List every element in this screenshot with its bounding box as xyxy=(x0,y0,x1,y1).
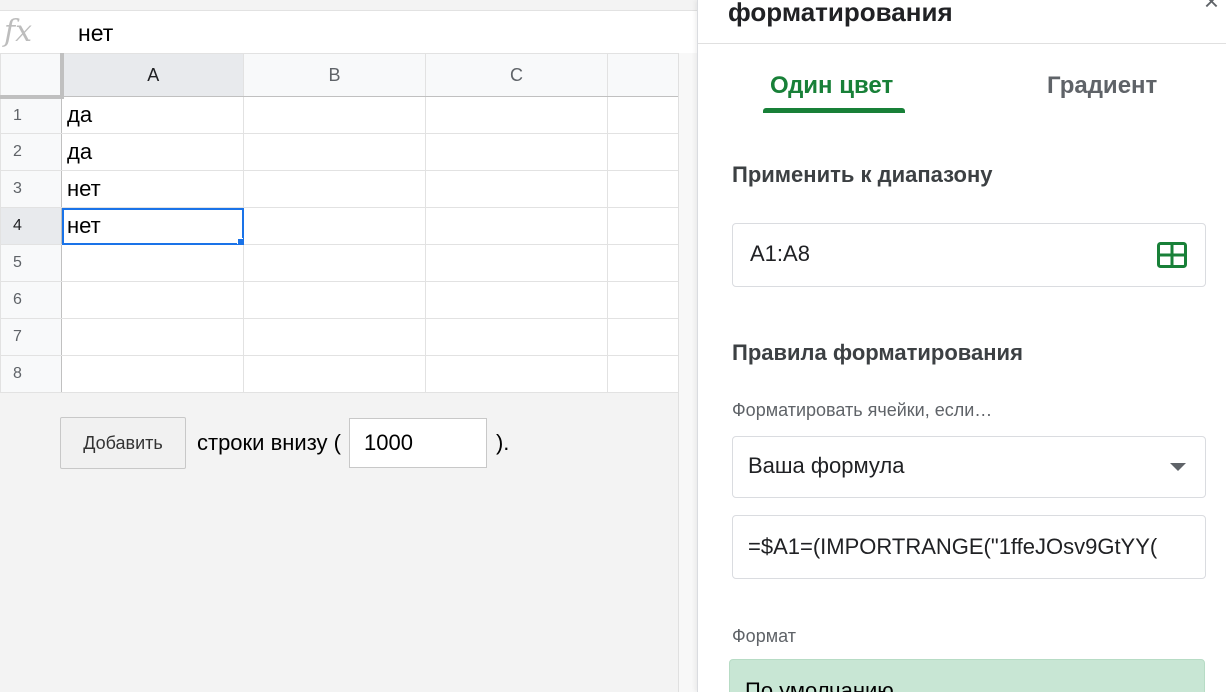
table-row: 3 нет xyxy=(0,170,679,208)
cell-c2[interactable] xyxy=(425,133,608,171)
cell-a5[interactable] xyxy=(61,244,244,282)
fx-icon: fx xyxy=(4,14,33,49)
range-input[interactable]: A1:A8 xyxy=(732,223,1206,287)
active-tab-indicator xyxy=(763,108,905,113)
condition-select[interactable]: Ваша формула xyxy=(732,436,1206,498)
cell-c3[interactable] xyxy=(425,170,608,208)
cell-b5[interactable] xyxy=(243,244,426,282)
table-row: 4 нет xyxy=(0,207,679,245)
add-rows-tail: ). xyxy=(495,430,510,455)
table-row: 6 xyxy=(0,281,679,319)
custom-formula-value: =$A1=(IMPORTRANGE("1ffeJOsv9GtYY( xyxy=(748,534,1158,559)
cell-c6[interactable] xyxy=(425,281,608,319)
cell-b7[interactable] xyxy=(243,318,426,356)
table-row: 8 xyxy=(0,355,679,393)
cell-a2[interactable]: да xyxy=(61,133,244,171)
row-header[interactable]: 3 xyxy=(0,170,62,208)
row-header[interactable]: 7 xyxy=(0,318,62,356)
row-header[interactable]: 5 xyxy=(0,244,62,282)
select-all-corner[interactable] xyxy=(0,53,64,99)
add-rows-count-input[interactable] xyxy=(348,418,487,468)
cell-c7[interactable] xyxy=(425,318,608,356)
row-header[interactable]: 8 xyxy=(0,355,62,393)
row-header[interactable]: 2 xyxy=(0,133,62,171)
app-root: fx нет A B C 1 да 2 да 3 нет 4 нет 5 6 7… xyxy=(0,0,1226,692)
add-rows-text: строки внизу ( xyxy=(197,430,341,455)
column-header-b[interactable]: B xyxy=(243,53,426,97)
add-rows-button[interactable]: Добавить xyxy=(60,417,186,469)
add-rows-bar: Добавить строки внизу ( ). xyxy=(60,416,509,470)
cell-d8[interactable] xyxy=(607,355,679,393)
formula-bar[interactable]: fx нет xyxy=(0,10,697,54)
cell-a4-text: нет xyxy=(67,213,101,238)
range-value: A1:A8 xyxy=(750,241,810,266)
cell-c1[interactable] xyxy=(425,96,608,134)
panel-title: форматирования xyxy=(728,0,953,27)
condition-label: Форматировать ячейки, если… xyxy=(732,400,993,420)
row-header[interactable]: 1 xyxy=(0,96,62,134)
cell-b6[interactable] xyxy=(243,281,426,319)
cell-a6[interactable] xyxy=(61,281,244,319)
close-icon[interactable]: × xyxy=(1204,0,1219,17)
cell-d3[interactable] xyxy=(607,170,679,208)
column-header-d[interactable] xyxy=(607,53,679,97)
format-style-preview[interactable]: По умолчанию xyxy=(729,659,1205,692)
row-header[interactable]: 4 xyxy=(0,207,62,245)
cell-a8[interactable] xyxy=(61,355,244,393)
table-row: 7 xyxy=(0,318,679,356)
cell-d5[interactable] xyxy=(607,244,679,282)
fill-handle[interactable] xyxy=(237,238,243,244)
cell-b4[interactable] xyxy=(243,207,426,245)
tab-gradient[interactable]: Градиент xyxy=(1047,70,1157,114)
cell-d7[interactable] xyxy=(607,318,679,356)
column-header-c[interactable]: C xyxy=(425,53,608,97)
rules-section-title: Правила форматирования xyxy=(732,340,1023,365)
range-section-title: Применить к диапазону xyxy=(732,162,993,187)
cell-b2[interactable] xyxy=(243,133,426,171)
cell-d4[interactable] xyxy=(607,207,679,245)
table-row: 2 да xyxy=(0,133,679,171)
conditional-format-panel: форматирования × Один цвет Градиент Прим… xyxy=(697,0,1226,692)
table-row: 1 да xyxy=(0,96,679,134)
cell-a7[interactable] xyxy=(61,318,244,356)
cell-a1[interactable]: да xyxy=(61,96,244,134)
cell-b1[interactable] xyxy=(243,96,426,134)
cell-c5[interactable] xyxy=(425,244,608,282)
row-header[interactable]: 6 xyxy=(0,281,62,319)
custom-formula-input[interactable]: =$A1=(IMPORTRANGE("1ffeJOsv9GtYY( xyxy=(732,515,1206,579)
vertical-scrollbar-track[interactable] xyxy=(678,53,698,692)
cell-a4-selected[interactable]: нет xyxy=(61,207,244,245)
condition-select-value: Ваша формула xyxy=(748,453,905,478)
cell-d2[interactable] xyxy=(607,133,679,171)
grid-icon[interactable] xyxy=(1157,242,1187,268)
caret-down-icon xyxy=(1170,463,1186,471)
cell-c4[interactable] xyxy=(425,207,608,245)
column-header-a[interactable]: A xyxy=(61,53,244,97)
cell-a3[interactable]: нет xyxy=(61,170,244,208)
spreadsheet-area: fx нет A B C 1 да 2 да 3 нет 4 нет 5 6 7… xyxy=(0,0,698,692)
sheet-grid: A B C 1 да 2 да 3 нет 4 нет 5 6 7 8 xyxy=(0,53,679,393)
cell-c8[interactable] xyxy=(425,355,608,393)
panel-title-divider xyxy=(698,43,1226,44)
formula-bar-value[interactable]: нет xyxy=(78,18,113,48)
cell-b3[interactable] xyxy=(243,170,426,208)
cell-d1[interactable] xyxy=(607,96,679,134)
format-preview-text: По умолчанию xyxy=(745,678,894,692)
format-label: Формат xyxy=(732,626,796,646)
cell-b8[interactable] xyxy=(243,355,426,393)
table-row: 5 xyxy=(0,244,679,282)
cell-d6[interactable] xyxy=(607,281,679,319)
